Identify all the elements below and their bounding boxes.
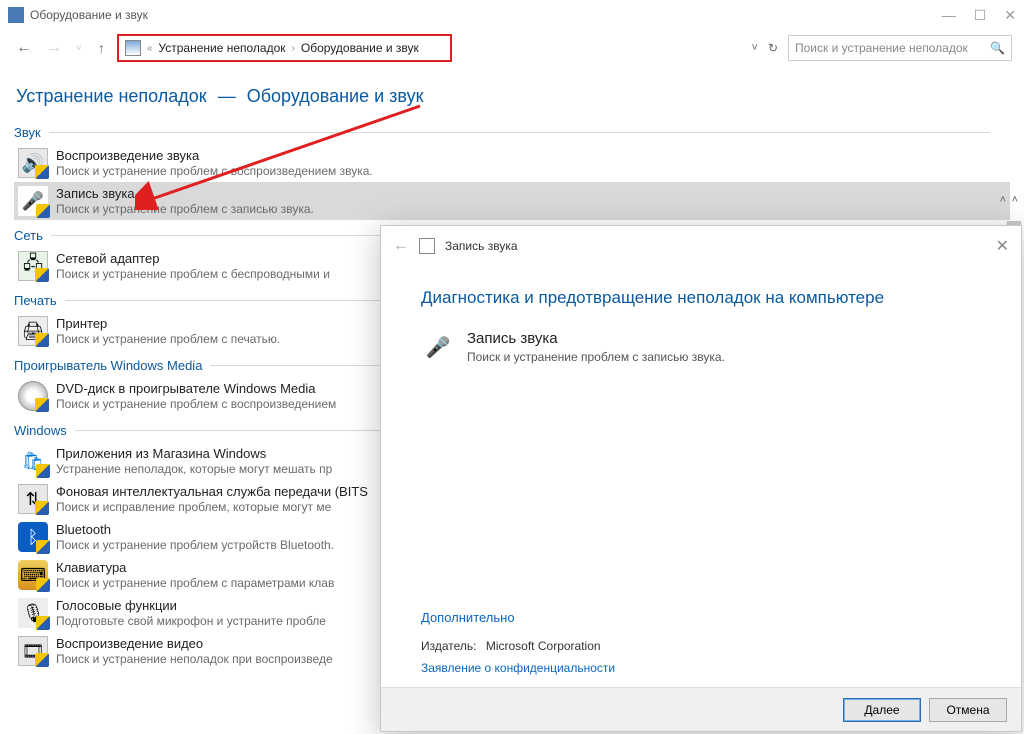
wizard-heading: Диагностика и предотвращение неполадок н… <box>421 288 981 308</box>
troubleshooter-wizard: ← Запись звука ✕ Диагностика и предотвра… <box>380 225 1022 732</box>
app-icon <box>8 7 24 23</box>
cancel-button[interactable]: Отмена <box>929 698 1007 722</box>
item-title: Воспроизведение звука <box>56 148 373 163</box>
page-title-sep: — <box>218 86 236 106</box>
shield-icon <box>35 653 49 667</box>
item-desc: Поиск и устранение проблем с параметрами… <box>56 576 334 590</box>
forward-button[interactable]: → <box>42 37 66 59</box>
dvd-icon <box>18 381 48 411</box>
troubleshooter-mic-icon: 🎤 <box>421 330 455 364</box>
bluetooth-icon: ᛒ <box>18 522 48 552</box>
next-button[interactable]: Далее <box>843 698 921 722</box>
maximize-button[interactable]: ☐ <box>974 7 987 24</box>
shield-icon <box>36 540 50 554</box>
item-title: Клавиатура <box>56 560 334 575</box>
item-desc: Подготовьте свой микрофон и устраните пр… <box>56 614 326 628</box>
close-button[interactable]: ✕ <box>1004 7 1016 24</box>
printer-icon: 🖨 <box>18 316 48 346</box>
item-desc: Поиск и устранение проблем с беспроводны… <box>56 267 330 281</box>
breadcrumb-part2[interactable]: Оборудование и звук <box>301 41 419 55</box>
back-button[interactable]: ← <box>12 37 36 59</box>
item-title: Bluetooth <box>56 522 334 537</box>
item-desc: Поиск и исправление проблем, которые мог… <box>56 500 368 514</box>
item-desc: Поиск и устранение проблем с печатью. <box>56 332 280 346</box>
privacy-link[interactable]: Заявление о конфиденциальности <box>421 661 615 675</box>
item-title: Голосовые функции <box>56 598 326 613</box>
search-input[interactable]: Поиск и устранение неполадок 🔍 <box>788 35 1012 61</box>
bits-icon: ⇅ <box>18 484 48 514</box>
group-collapse-icon[interactable]: ˄ <box>1000 194 1006 206</box>
page-title-a: Устранение неполадок <box>16 86 207 106</box>
shield-icon <box>35 501 49 515</box>
up-button[interactable]: ↑ <box>98 40 105 56</box>
shield-icon <box>35 398 49 412</box>
item-record[interactable]: 🎤 Запись звука Поиск и устранение пробле… <box>14 182 1010 220</box>
wizard-close-button[interactable]: ✕ <box>996 236 1009 256</box>
item-title: Приложения из Магазина Windows <box>56 446 332 461</box>
advanced-link[interactable]: Дополнительно <box>421 610 515 625</box>
wizard-title: Запись звука <box>445 239 986 253</box>
publisher-value: Microsoft Corporation <box>486 639 601 653</box>
wizard-icon <box>419 238 435 254</box>
shield-icon <box>35 333 49 347</box>
search-placeholder: Поиск и устранение неполадок <box>795 41 968 55</box>
window-title: Оборудование и звук <box>30 8 942 22</box>
network-icon: 🖧 <box>18 251 48 281</box>
scroll-up-icon[interactable]: ˄ <box>1012 194 1018 206</box>
item-desc: Поиск и устранение проблем с воспроизвед… <box>56 397 336 411</box>
address-dropdown[interactable]: ˅ <box>752 42 758 54</box>
wizard-header: ← Запись звука ✕ <box>381 226 1021 266</box>
address-bar[interactable]: « Устранение неполадок › Оборудование и … <box>117 34 453 62</box>
chevron-right-icon: › <box>292 43 295 54</box>
shield-icon <box>35 165 49 179</box>
item-desc: Поиск и устранение проблем с воспроизвед… <box>56 164 373 178</box>
item-desc: Поиск и устранение проблем устройств Blu… <box>56 538 334 552</box>
search-icon: 🔍 <box>990 41 1005 55</box>
shield-icon <box>35 268 49 282</box>
microphone-icon: 🎤 <box>18 186 48 216</box>
item-title: Принтер <box>56 316 280 331</box>
titlebar: Оборудование и звук — ☐ ✕ <box>0 0 1024 30</box>
troubleshooter-row: 🎤 Запись звука Поиск и устранение пробле… <box>421 330 981 364</box>
item-desc: Поиск и устранение неполадок при воспрои… <box>56 652 333 666</box>
keyboard-icon: ⌨ <box>18 560 48 590</box>
shield-icon <box>36 616 50 630</box>
item-title: DVD-диск в проигрывателе Windows Media <box>56 381 336 396</box>
item-desc: Устранение неполадок, которые могут меша… <box>56 462 332 476</box>
troubleshooter-title: Запись звука <box>467 330 725 347</box>
item-title: Запись звука <box>56 186 314 201</box>
item-desc: Поиск и устранение проблем с записью зву… <box>56 202 314 216</box>
voice-icon: 🎙 <box>18 598 48 628</box>
publisher-label: Издатель: <box>421 639 477 653</box>
control-panel-icon <box>125 40 141 56</box>
speaker-icon: 🔊 <box>18 148 48 178</box>
refresh-button[interactable]: ↻ <box>768 41 778 55</box>
store-icon: 🛍 <box>18 446 48 476</box>
item-playback[interactable]: 🔊 Воспроизведение звука Поиск и устранен… <box>14 144 1010 182</box>
page-title: Устранение неполадок — Оборудование и зв… <box>16 86 1010 107</box>
publisher-line: Издатель: Microsoft Corporation <box>421 639 601 653</box>
wizard-back-button[interactable]: ← <box>393 237 409 255</box>
breadcrumb-part1[interactable]: Устранение неполадок <box>158 41 285 55</box>
page-title-b: Оборудование и звук <box>247 86 424 106</box>
navbar: ← → ˅ ↑ « Устранение неполадок › Оборудо… <box>0 30 1024 66</box>
item-title: Фоновая интеллектуальная служба передачи… <box>56 484 368 499</box>
wizard-button-row: Далее Отмена <box>381 687 1021 731</box>
shield-icon <box>36 578 50 592</box>
video-icon: 🎞 <box>18 636 48 666</box>
minimize-button[interactable]: — <box>942 7 956 24</box>
item-title: Воспроизведение видео <box>56 636 333 651</box>
troubleshooter-desc: Поиск и устранение проблем с записью зву… <box>467 350 725 364</box>
breadcrumb-prefix: « <box>147 43 153 54</box>
shield-icon <box>36 464 50 478</box>
item-title: Сетевой адаптер <box>56 251 330 266</box>
history-dropdown[interactable]: ˅ <box>72 41 86 56</box>
group-sound[interactable]: Звук <box>14 125 1010 140</box>
shield-icon <box>36 204 50 218</box>
